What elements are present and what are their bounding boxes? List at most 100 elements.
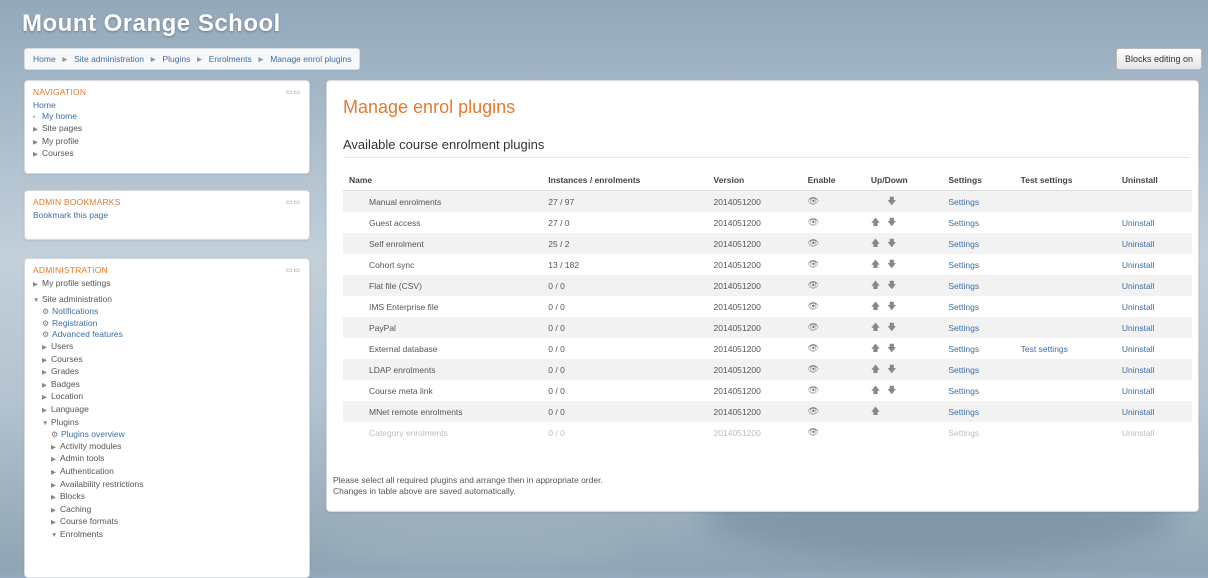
uninstall-link[interactable]: Uninstall — [1122, 344, 1155, 354]
arrow-up-icon[interactable]: 🡅 — [871, 259, 880, 269]
arrow-up-icon[interactable]: 🡅 — [871, 406, 880, 416]
settings-link[interactable]: Settings — [948, 218, 979, 228]
arrow-down-icon[interactable]: 🡇 — [887, 385, 896, 395]
eye-icon[interactable]: 👁 — [808, 322, 819, 332]
settings-link[interactable]: Settings — [948, 344, 979, 354]
admin-registration[interactable]: ⚙ Registration — [33, 318, 301, 330]
admin-plugin-enrolments[interactable]: ▼ Enrolments — [33, 529, 301, 542]
bookmark-this-page-link[interactable]: Bookmark this page — [33, 210, 301, 221]
arrow-up-icon[interactable]: 🡅 — [871, 238, 880, 248]
breadcrumb-enrolments[interactable]: Enrolments — [209, 54, 252, 64]
uninstall-link[interactable]: Uninstall — [1122, 302, 1155, 312]
arrow-up-icon[interactable]: 🡅 — [871, 301, 880, 311]
admin-plugin-course-formats[interactable]: ▶ Course formats — [33, 516, 301, 529]
settings-link[interactable]: Settings — [948, 365, 979, 375]
settings-link[interactable]: Settings — [948, 239, 979, 249]
settings-cell: Settings — [942, 380, 1014, 401]
admin-notifications[interactable]: ⚙ Notifications — [33, 306, 301, 318]
admin-plugin-activity-modules[interactable]: ▶ Activity modules — [33, 441, 301, 454]
site-title[interactable]: Mount Orange School — [22, 10, 281, 38]
admin-language[interactable]: ▶ Language — [33, 404, 301, 417]
nav-item-my-home[interactable]: • My home — [33, 111, 301, 124]
eye-icon[interactable]: 👁 — [808, 427, 819, 437]
admin-plugin-caching[interactable]: ▶ Caching — [33, 504, 301, 517]
admin-plugin-blocks[interactable]: ▶ Blocks — [33, 491, 301, 504]
eye-icon[interactable]: 👁 — [808, 217, 819, 227]
eye-icon[interactable]: 👁 — [808, 196, 819, 206]
arrow-down-icon[interactable]: 🡇 — [887, 343, 896, 353]
admin-plugin-authentication[interactable]: ▶ Authentication — [33, 466, 301, 479]
uninstall-link[interactable]: Uninstall — [1122, 428, 1155, 438]
uninstall-link[interactable]: Uninstall — [1122, 239, 1155, 249]
uninstall-link[interactable]: Uninstall — [1122, 407, 1155, 417]
uninstall-link[interactable]: Uninstall — [1122, 260, 1155, 270]
admin-location[interactable]: ▶ Location — [33, 391, 301, 404]
block-controls-icon[interactable]: ▭▭ — [286, 88, 301, 96]
admin-grades[interactable]: ▶ Grades — [33, 366, 301, 379]
uninstall-link[interactable]: Uninstall — [1122, 323, 1155, 333]
admin-plugin-admin-tools[interactable]: ▶ Admin tools — [33, 453, 301, 466]
eye-icon[interactable]: 👁 — [808, 364, 819, 374]
enable-cell: 👁 — [801, 359, 865, 380]
arrow-down-icon[interactable]: 🡇 — [887, 322, 896, 332]
eye-icon[interactable]: 👁 — [808, 280, 819, 290]
plugin-name: Cohort sync — [369, 259, 415, 270]
blocks-editing-button[interactable]: Blocks editing on — [1115, 48, 1202, 70]
breadcrumb-current[interactable]: Manage enrol plugins — [270, 54, 351, 64]
uninstall-link[interactable]: Uninstall — [1122, 365, 1155, 375]
arrow-down-icon[interactable]: 🡇 — [887, 196, 896, 206]
admin-site-administration[interactable]: ▼ Site administration — [33, 294, 301, 307]
eye-icon[interactable]: 👁 — [808, 343, 819, 353]
settings-link[interactable]: Settings — [948, 197, 979, 207]
settings-link[interactable]: Settings — [948, 386, 979, 396]
settings-link[interactable]: Settings — [948, 260, 979, 270]
admin-plugins-overview[interactable]: ⚙ Plugins overview — [33, 429, 301, 441]
arrow-down-icon[interactable]: 🡇 — [887, 217, 896, 227]
settings-link[interactable]: Settings — [948, 302, 979, 312]
arrow-up-icon[interactable]: 🡅 — [871, 322, 880, 332]
settings-link[interactable]: Settings — [948, 428, 979, 438]
eye-icon[interactable]: 👁 — [808, 406, 819, 416]
arrow-up-icon[interactable]: 🡅 — [871, 364, 880, 374]
triangle-right-icon: ▶ — [33, 151, 38, 159]
enable-cell: 👁 — [801, 190, 865, 212]
arrow-up-icon[interactable]: 🡅 — [871, 343, 880, 353]
eye-icon[interactable]: 👁 — [808, 238, 819, 248]
block-controls-icon[interactable]: ▭▭ — [286, 266, 301, 274]
enable-cell: 👁 — [802, 338, 865, 359]
arrow-up-icon[interactable]: 🡅 — [871, 217, 880, 227]
admin-users[interactable]: ▶ Users — [33, 341, 301, 354]
arrow-up-icon[interactable]: 🡅 — [871, 280, 880, 290]
settings-link[interactable]: Settings — [948, 407, 979, 417]
triangle-right-icon: ▶ — [42, 381, 47, 389]
settings-link[interactable]: Settings — [948, 323, 979, 333]
breadcrumb-site-administration[interactable]: Site administration — [74, 54, 144, 64]
nav-home[interactable]: Home — [33, 100, 301, 111]
admin-badges[interactable]: ▶ Badges — [33, 379, 301, 392]
block-controls-icon[interactable]: ▭▭ — [286, 198, 301, 206]
uninstall-link[interactable]: Uninstall — [1122, 218, 1155, 228]
eye-icon[interactable]: 👁 — [808, 385, 819, 395]
uninstall-link[interactable]: Uninstall — [1122, 386, 1155, 396]
arrow-down-icon[interactable]: 🡇 — [887, 364, 896, 374]
arrow-down-icon[interactable]: 🡇 — [887, 280, 896, 290]
arrow-down-icon[interactable]: 🡇 — [887, 259, 896, 269]
admin-advanced-features[interactable]: ⚙ Advanced features — [33, 329, 301, 341]
eye-icon[interactable]: 👁 — [808, 259, 819, 269]
test-settings-link[interactable]: Test settings — [1021, 344, 1068, 354]
arrow-down-icon[interactable]: 🡇 — [887, 301, 896, 311]
eye-icon[interactable]: 👁 — [808, 301, 819, 311]
admin-plugins[interactable]: ▼ Plugins — [33, 417, 301, 430]
nav-item-courses[interactable]: ▶ Courses — [33, 148, 301, 161]
admin-my-profile-settings[interactable]: ▶ My profile settings — [33, 278, 301, 291]
uninstall-link[interactable]: Uninstall — [1122, 281, 1155, 291]
admin-plugin-availability-restrictions[interactable]: ▶ Availability restrictions — [33, 479, 301, 492]
arrow-down-icon[interactable]: 🡇 — [887, 238, 896, 248]
breadcrumb-plugins[interactable]: Plugins — [162, 54, 190, 64]
nav-item-site-pages[interactable]: ▶ Site pages — [33, 123, 301, 136]
nav-item-my-profile[interactable]: ▶ My profile — [33, 136, 301, 149]
arrow-up-icon[interactable]: 🡅 — [871, 385, 880, 395]
settings-link[interactable]: Settings — [948, 281, 979, 291]
admin-courses[interactable]: ▶ Courses — [33, 354, 301, 367]
breadcrumb-home[interactable]: Home — [33, 54, 56, 64]
